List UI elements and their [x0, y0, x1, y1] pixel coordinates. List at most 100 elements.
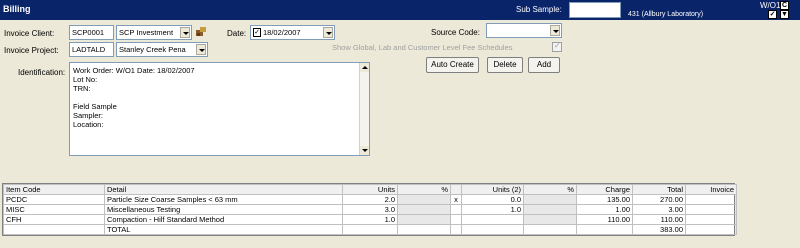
table-row[interactable]: CFH Compaction - Hilf Standard Method 1.… — [3, 214, 737, 225]
units-cell — [342, 224, 398, 235]
delete-button[interactable]: Delete — [487, 57, 523, 73]
percent-cell — [397, 224, 451, 235]
column-header[interactable]: Item Code — [3, 184, 105, 195]
chevron-down-icon[interactable] — [196, 44, 206, 55]
total-label: TOTAL — [104, 224, 343, 235]
item-code-cell[interactable]: MISC — [3, 204, 105, 215]
add-button[interactable]: Add — [528, 57, 560, 73]
check-icon[interactable]: ✓ — [768, 10, 777, 19]
indicator-cell: x — [450, 194, 462, 205]
invoice-cell[interactable] — [685, 194, 737, 205]
units2-cell — [461, 224, 524, 235]
date-value: 18/02/2007 — [263, 28, 301, 37]
charge-cell[interactable]: 135.00 — [576, 194, 633, 205]
client-name-select[interactable]: SCP Investment — [116, 25, 192, 40]
invoice-cell[interactable] — [685, 204, 737, 215]
date-label: Date: — [227, 29, 247, 38]
identification-line: Lot No: — [73, 75, 98, 84]
client-code-field[interactable]: SCP0001 — [69, 25, 114, 40]
column-header[interactable]: Charge — [576, 184, 633, 195]
column-header[interactable]: % — [397, 184, 451, 195]
client-name-value: SCP Investment — [119, 28, 174, 37]
scroll-down-icon[interactable] — [360, 146, 369, 155]
item-code-cell — [3, 224, 105, 235]
chevron-down-icon[interactable] — [323, 27, 333, 38]
identification-line: TRN: — [73, 84, 91, 93]
chevron-down-icon[interactable] — [180, 27, 190, 38]
percent-cell[interactable] — [397, 204, 451, 215]
work-order-label: W/O1 — [760, 1, 781, 10]
chevron-down-icon[interactable] — [550, 25, 560, 36]
units2-cell[interactable]: 1.0 — [461, 204, 524, 215]
invoice-grid[interactable]: Item Code Detail Units % Units (2) % Cha… — [2, 183, 737, 236]
column-header[interactable]: Units (2) — [461, 184, 524, 195]
percent2-cell — [523, 224, 577, 235]
project-code-field[interactable]: LADTALD — [69, 42, 114, 57]
dropdown-button[interactable]: ▼ — [780, 10, 789, 19]
table-row[interactable]: MISC Miscellaneous Testing 3.0 1.0 1.00 … — [3, 204, 737, 215]
charge-cell[interactable]: 110.00 — [576, 214, 633, 225]
indicator-cell — [450, 204, 462, 215]
total-cell: 3.00 — [632, 204, 686, 215]
percent2-cell[interactable] — [523, 214, 577, 225]
column-header[interactable]: Invoice — [685, 184, 737, 195]
total-cell: 270.00 — [632, 194, 686, 205]
detail-cell[interactable]: Compaction - Hilf Standard Method — [104, 214, 343, 225]
invoice-cell[interactable] — [685, 214, 737, 225]
project-name-value: Stanley Creek Pena — [119, 45, 186, 54]
percent-cell[interactable] — [397, 194, 451, 205]
auto-create-button[interactable]: Auto Create — [426, 57, 479, 73]
grid-header-row: Item Code Detail Units % Units (2) % Cha… — [3, 184, 737, 195]
indicator-cell — [450, 214, 462, 225]
percent2-cell[interactable] — [523, 194, 577, 205]
identification-line: Work Order: W/O1 Date: 18/02/2007 — [73, 66, 195, 75]
table-row[interactable]: PCDC Particle Size Coarse Samples < 63 m… — [3, 194, 737, 205]
units2-cell[interactable]: 0.0 — [461, 194, 524, 205]
sub-sample-label: Sub Sample: — [516, 5, 562, 14]
title-bar: Billing Sub Sample: W/O1 C 431 (Allbury … — [0, 0, 800, 20]
percent-cell[interactable] — [397, 214, 451, 225]
global-fee-label: Show Global, Lab and Customer Level Fee … — [332, 43, 513, 52]
charge-cell — [576, 224, 633, 235]
invoice-client-label: Invoice Client: — [4, 29, 55, 38]
item-code-cell[interactable]: CFH — [3, 214, 105, 225]
grand-total-cell: 383.00 — [632, 224, 686, 235]
item-code-cell[interactable]: PCDC — [3, 194, 105, 205]
invoice-project-label: Invoice Project: — [4, 46, 59, 55]
identification-label: Identification: — [18, 68, 66, 77]
source-code-select[interactable] — [486, 23, 562, 38]
column-header[interactable]: Units — [342, 184, 398, 195]
charge-cell[interactable]: 1.00 — [576, 204, 633, 215]
global-fee-checkbox[interactable] — [552, 41, 562, 52]
column-header — [450, 184, 462, 195]
percent2-cell[interactable] — [523, 204, 577, 215]
identification-line: Field Sample — [73, 102, 117, 111]
invoice-cell — [685, 224, 737, 235]
detail-cell[interactable]: Miscellaneous Testing — [104, 204, 343, 215]
units-cell[interactable]: 1.0 — [342, 214, 398, 225]
scroll-up-icon[interactable] — [360, 63, 369, 72]
column-header[interactable]: Detail — [104, 184, 343, 195]
sub-sample-input[interactable] — [569, 2, 621, 18]
textarea-scrollbar[interactable] — [359, 63, 369, 155]
column-header[interactable]: % — [523, 184, 577, 195]
units2-cell[interactable] — [461, 214, 524, 225]
lookup-icon[interactable] — [195, 26, 207, 38]
identification-line: Location: — [73, 120, 104, 129]
identification-textarea[interactable]: Work Order: W/O1 Date: 18/02/2007 Lot No… — [69, 62, 370, 156]
source-code-label: Source Code: — [431, 28, 480, 37]
indicator-cell — [450, 224, 462, 235]
identification-line: Sampler: — [73, 111, 104, 120]
total-cell: 110.00 — [632, 214, 686, 225]
total-row: TOTAL 383.00 — [3, 224, 737, 235]
project-name-select[interactable]: Stanley Creek Pena — [116, 42, 208, 57]
units-cell[interactable]: 3.0 — [342, 204, 398, 215]
lab-label: 431 (Allbury Laboratory) — [628, 11, 704, 18]
date-checkbox[interactable]: ✓ — [253, 28, 261, 37]
app-title: Billing — [3, 4, 31, 14]
clear-button[interactable]: C — [780, 1, 789, 10]
units-cell[interactable]: 2.0 — [342, 194, 398, 205]
date-picker[interactable]: ✓ 18/02/2007 — [250, 25, 335, 40]
column-header[interactable]: Total — [632, 184, 686, 195]
detail-cell[interactable]: Particle Size Coarse Samples < 63 mm — [104, 194, 343, 205]
